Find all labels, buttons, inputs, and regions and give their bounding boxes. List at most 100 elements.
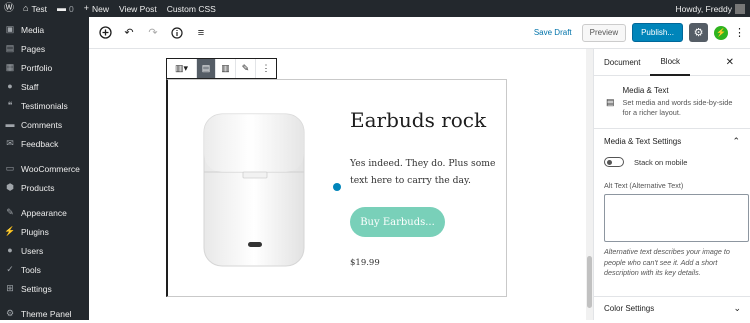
block-description: Set media and words side-by-side for a r… <box>622 98 733 117</box>
sidebar-item-feedback[interactable]: ✉ Feedback <box>0 134 89 153</box>
save-draft-button[interactable]: Save Draft <box>534 28 572 37</box>
sidebar-item-label: Comments <box>21 119 63 130</box>
sidebar-item-label: Staff <box>21 81 39 92</box>
theme-panel-icon: ⚙ <box>5 308 15 318</box>
sidebar-item-tools[interactable]: ✓ Tools <box>0 260 89 279</box>
block-name: Media & Text <box>622 86 669 95</box>
sidebar-item-media[interactable]: ▣ Media <box>0 20 89 39</box>
block-switcher-icon[interactable]: ▥▾ <box>167 59 197 78</box>
add-block-icon[interactable] <box>95 23 115 43</box>
more-block-options-icon[interactable]: ⋮ <box>256 59 276 78</box>
feedback-icon: ✉ <box>6 138 14 148</box>
sidebar-item-testimonials[interactable]: ❝ Testimonials <box>0 96 89 115</box>
plugins-icon: ⚡ <box>4 226 16 236</box>
view-post-label: View Post <box>119 3 157 14</box>
sidebar-item-label: Pages <box>21 43 46 54</box>
view-post-link[interactable]: View Post <box>114 0 162 17</box>
settings-heading: Media & Text Settings <box>604 136 682 146</box>
pages-icon: ▤ <box>5 43 15 53</box>
staff-icon: ● <box>7 81 13 91</box>
testimonials-icon: ❝ <box>7 100 13 110</box>
redo-icon[interactable]: ↷ <box>143 23 163 43</box>
media-right-icon[interactable]: ▥ <box>216 59 236 78</box>
chevron-up-icon: ⌃ <box>732 135 740 146</box>
sidebar-item-label: Theme Panel <box>21 308 72 319</box>
plus-icon: + <box>83 3 90 13</box>
block-card: ▤ Media & Text Set media and words side-… <box>594 76 750 129</box>
media-text-settings-header[interactable]: Media & Text Settings ⌃ <box>594 129 750 153</box>
sidebar-item-staff[interactable]: ● Staff <box>0 77 89 96</box>
site-name-link[interactable]: ⌂ Test <box>18 0 52 17</box>
alt-text-field[interactable] <box>604 194 749 242</box>
sidebar-item-comments[interactable]: ▬ Comments <box>0 115 89 134</box>
media-left-icon[interactable]: ▤ <box>197 59 216 78</box>
home-icon: ⌂ <box>23 3 29 13</box>
stack-on-mobile-toggle[interactable] <box>604 157 624 167</box>
sidebar-item-label: Testimonials <box>21 100 68 111</box>
sidebar-item-label: Plugins <box>21 226 49 237</box>
color-heading: Color Settings <box>604 304 655 313</box>
block-paragraph[interactable]: Yes indeed. They do. Plus some text here… <box>350 155 500 189</box>
buy-earbuds-button[interactable]: Buy Earbuds... <box>350 207 445 237</box>
alt-text-label: Alt Text (Alternative Text) <box>604 181 684 190</box>
site-name: Test <box>31 3 48 14</box>
custom-css-link[interactable]: Custom CSS <box>162 0 221 17</box>
products-icon: ⬢ <box>6 182 14 192</box>
undo-icon[interactable]: ↶ <box>119 23 139 43</box>
tab-block[interactable]: Block <box>650 49 691 76</box>
settings-icon: ⊞ <box>6 283 14 293</box>
panel-tabs: Document Block ✕ <box>594 49 750 76</box>
sidebar-item-appearance[interactable]: ✎ Appearance <box>0 203 89 222</box>
new-content-link[interactable]: + New <box>79 0 114 17</box>
appearance-icon: ✎ <box>6 207 14 217</box>
comments-link[interactable]: ▬ 0 <box>52 0 79 17</box>
sidebar-item-label: Users <box>21 245 44 256</box>
avatar <box>735 3 745 14</box>
sidebar-item-label: Portfolio <box>21 62 53 73</box>
sidebar-item-label: Settings <box>21 283 52 294</box>
block-toolbar: ▥▾ ▤ ▥ ✎ ⋮ <box>166 58 277 79</box>
earbuds-case-image[interactable] <box>203 112 305 268</box>
sidebar-item-woocommerce[interactable]: ▭ WooCommerce <box>0 159 89 178</box>
edit-media-icon[interactable]: ✎ <box>236 59 256 78</box>
wordpress-logo-icon[interactable]: Ⓦ <box>0 0 18 17</box>
admin-bar: Ⓦ ⌂ Test ▬ 0 + New View Post Custom CSS … <box>0 0 750 17</box>
info-icon[interactable] <box>167 23 187 43</box>
block-navigation-icon[interactable]: ≡ <box>191 23 211 43</box>
scrollbar-thumb[interactable] <box>587 256 592 308</box>
account-menu[interactable]: Howdy, Freddy <box>670 0 750 17</box>
tab-document[interactable]: Document <box>594 49 650 76</box>
sidebar-item-portfolio[interactable]: ▦ Portfolio <box>0 58 89 77</box>
chevron-down-icon: ⌄ <box>733 303 741 313</box>
resize-handle[interactable] <box>333 183 341 191</box>
alt-text-help: Alternative text describes your image to… <box>604 247 730 277</box>
users-icon: ● <box>7 245 13 255</box>
canvas-scrollbar[interactable] <box>586 49 593 320</box>
media-icon: ▣ <box>5 24 15 34</box>
tools-icon: ✓ <box>6 264 14 274</box>
jetpack-icon[interactable]: ⚡ <box>714 25 728 40</box>
sidebar-item-pages[interactable]: ▤ Pages <box>0 39 89 58</box>
sidebar-item-users[interactable]: ● Users <box>0 241 89 260</box>
sidebar-item-label: WooCommerce <box>21 163 80 174</box>
block-heading[interactable]: Earbuds rock <box>350 108 486 132</box>
settings-gear-icon[interactable]: ⚙ <box>689 23 708 42</box>
sidebar-item-plugins[interactable]: ⚡ Plugins <box>0 222 89 241</box>
color-settings-header[interactable]: Color Settings ⌄ <box>594 296 750 320</box>
sidebar-item-label: Products <box>21 182 55 193</box>
preview-button[interactable]: Preview <box>581 23 627 42</box>
block-price[interactable]: $19.99 <box>350 258 380 268</box>
comments-count: 0 <box>69 3 74 14</box>
sidebar-item-settings[interactable]: ⊞ Settings <box>0 279 89 298</box>
sidebar-item-products[interactable]: ⬢ Products <box>0 178 89 197</box>
settings-panel: Document Block ✕ ▤ Media & Text Set medi… <box>593 49 750 320</box>
admin-sidebar: ▣ Media ▤ Pages ▦ Portfolio ● Staff ❝ Testimo… <box>0 17 89 320</box>
sidebar-item-label: Tools <box>21 264 41 275</box>
close-icon[interactable]: ✕ <box>726 57 734 68</box>
new-label: New <box>92 3 110 14</box>
comments-icon: ▬ <box>5 119 15 129</box>
publish-button[interactable]: Publish... <box>632 23 683 42</box>
more-options-icon[interactable]: ⋮ <box>734 26 745 39</box>
greeting: Howdy, Freddy <box>675 3 732 14</box>
sidebar-item-theme-panel[interactable]: ⚙ Theme Panel <box>0 304 89 323</box>
